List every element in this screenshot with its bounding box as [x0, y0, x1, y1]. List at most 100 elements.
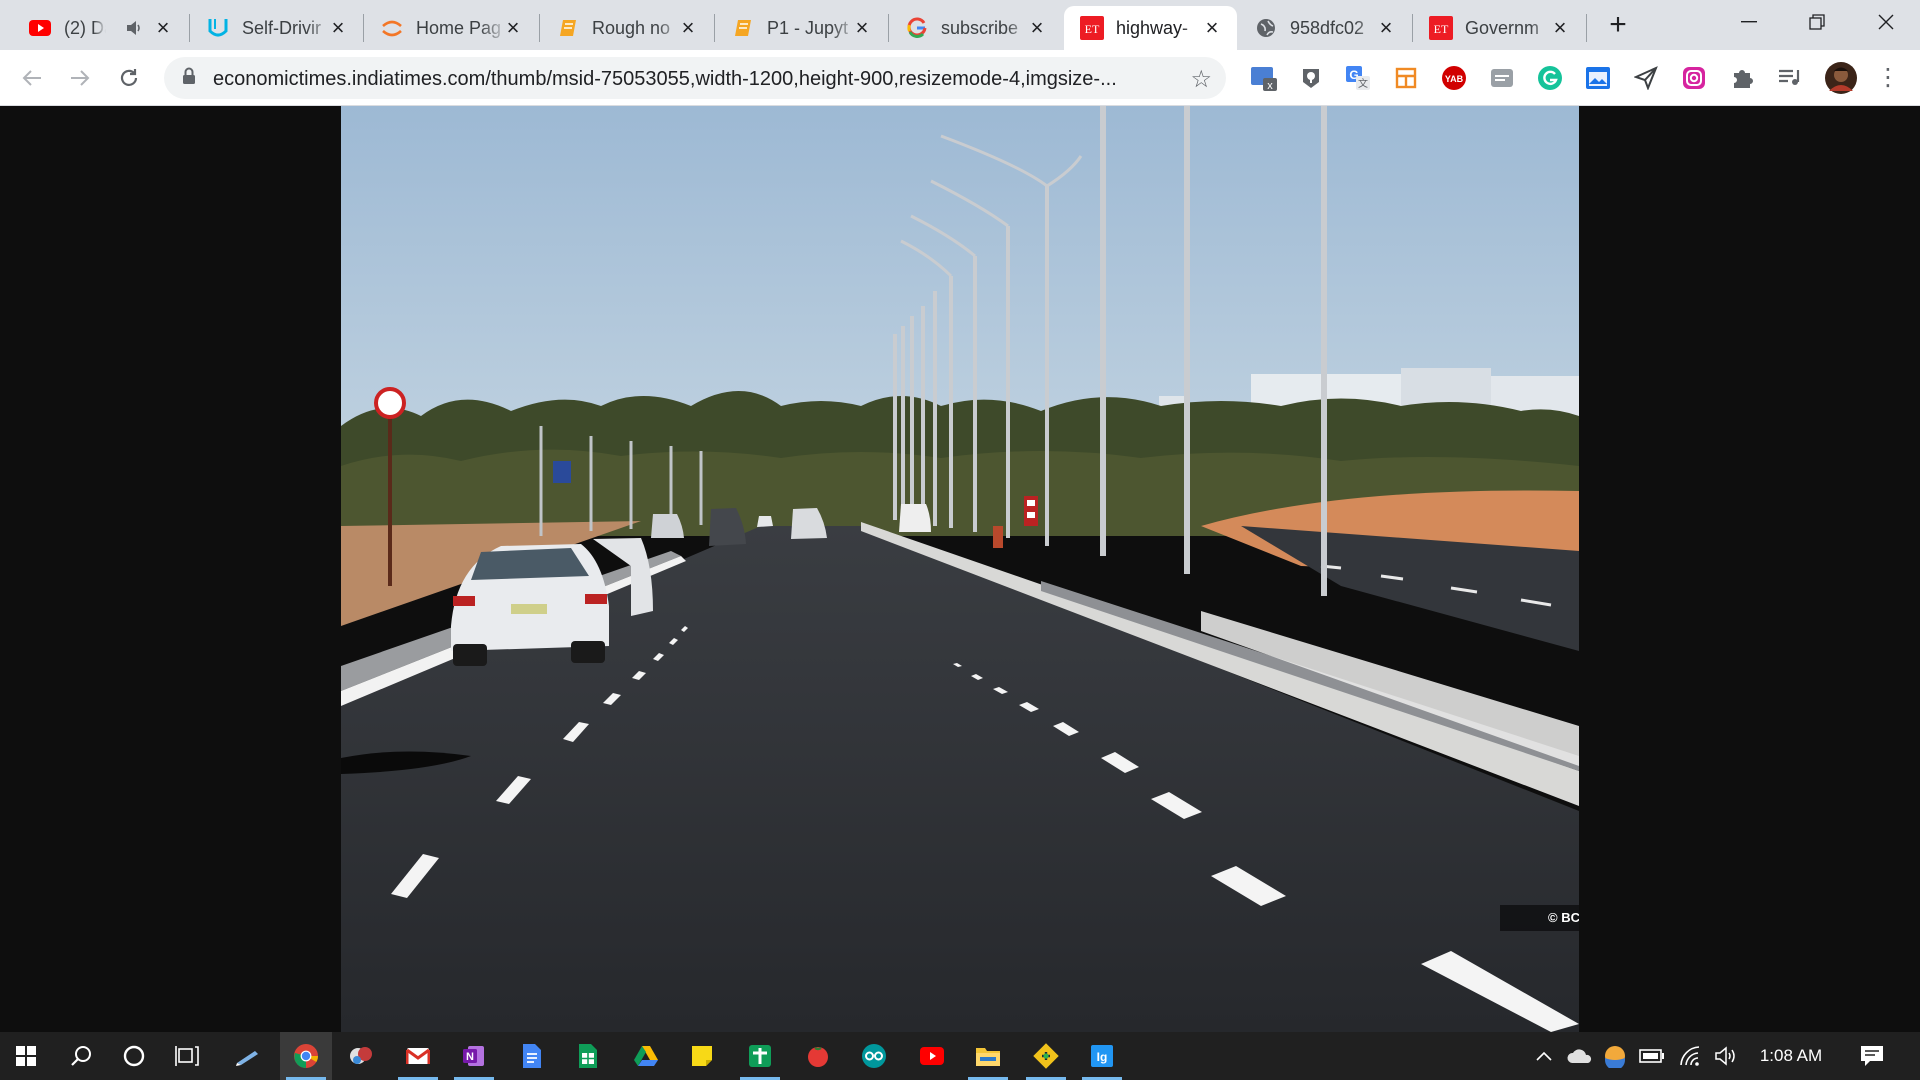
grammarly-icon[interactable]: [1536, 64, 1564, 92]
extension-window-icon[interactable]: [1584, 64, 1612, 92]
back-button[interactable]: [16, 62, 48, 94]
new-tab-button[interactable]: +: [1604, 10, 1632, 40]
tab-rough-notes[interactable]: Rough no ×: [540, 6, 713, 50]
speaker-icon[interactable]: [124, 18, 144, 43]
tab-958dfc02[interactable]: 958dfc02 ×: [1238, 6, 1411, 50]
tab-p1-jupyter[interactable]: P1 - Jupyt ×: [715, 6, 887, 50]
snipping-icon[interactable]: [336, 1032, 388, 1080]
google-drive-icon[interactable]: [620, 1032, 672, 1080]
profile-avatar[interactable]: [1824, 61, 1858, 95]
close-tab-icon[interactable]: ×: [152, 17, 174, 39]
bookmark-star-icon[interactable]: ☆: [1190, 65, 1212, 94]
arduino-icon[interactable]: [848, 1032, 900, 1080]
app-icon[interactable]: Ig: [1076, 1032, 1128, 1080]
minimize-button[interactable]: [1715, 0, 1783, 44]
highway-photo[interactable]: © BCCL 2020. ALL RIGHTS RESERVED.: [341, 106, 1579, 1032]
instagram-extension-icon[interactable]: [1680, 64, 1708, 92]
google-translate-icon[interactable]: G文: [1344, 64, 1372, 92]
sticky-notes-icon[interactable]: [676, 1032, 728, 1080]
search-icon[interactable]: [55, 1032, 107, 1080]
tab-separator: [1586, 14, 1587, 42]
tab-highway-active[interactable]: ET highway- ×: [1064, 6, 1237, 50]
menu-icon[interactable]: ⋮: [1876, 64, 1900, 92]
extensions-puzzle-icon[interactable]: [1728, 64, 1756, 92]
close-tab-icon[interactable]: ×: [677, 17, 699, 39]
tomato-timer-icon[interactable]: [792, 1032, 844, 1080]
task-view-icon[interactable]: [161, 1032, 213, 1080]
close-tab-icon[interactable]: ×: [1375, 17, 1397, 39]
svg-text:文: 文: [1358, 77, 1368, 90]
tab-title: (2) Da: [64, 17, 106, 38]
extension-layout-icon[interactable]: [1392, 64, 1420, 92]
minimize-icon: [1741, 21, 1757, 23]
globe-icon: [1254, 16, 1278, 40]
onenote-icon[interactable]: N: [448, 1032, 500, 1080]
reload-icon: [120, 69, 138, 86]
notebook-icon: [556, 16, 580, 40]
extension-image-icon[interactable]: x: [1250, 64, 1278, 92]
url-text[interactable]: economictimes.indiatimes.com/thumb/msid-…: [213, 68, 1173, 91]
notebook-icon: [731, 16, 755, 40]
close-tab-icon[interactable]: ×: [1201, 17, 1223, 39]
media-control-icon[interactable]: [1776, 64, 1804, 92]
youtube-icon[interactable]: [906, 1032, 958, 1080]
pen-icon[interactable]: [222, 1032, 274, 1080]
close-tab-icon[interactable]: ×: [1026, 17, 1048, 39]
svg-text:YAB: YAB: [1445, 74, 1464, 84]
tab-youtube[interactable]: (2) Da ×: [12, 6, 188, 50]
cortana-icon[interactable]: [108, 1032, 160, 1080]
forward-button[interactable]: [64, 62, 96, 94]
address-bar[interactable]: economictimes.indiatimes.com/thumb/msid-…: [164, 57, 1226, 99]
tab-title: Home Pag: [416, 17, 502, 38]
windows-taskbar: N Ig 1:08 AM: [0, 1032, 1920, 1080]
volume-icon[interactable]: [1711, 1044, 1741, 1068]
close-window-icon: [1878, 14, 1894, 30]
svg-text:N: N: [466, 1051, 474, 1063]
economic-times-icon: ET: [1080, 16, 1104, 40]
jupyter-icon: [380, 16, 404, 40]
close-window-button[interactable]: [1852, 0, 1920, 44]
onedrive-icon[interactable]: [1565, 1044, 1595, 1068]
battery-icon[interactable]: [1637, 1044, 1667, 1068]
udacity-icon: [206, 16, 230, 40]
forward-arrow-icon: [71, 70, 90, 86]
weather-icon[interactable]: [1601, 1044, 1629, 1068]
close-tab-icon[interactable]: ×: [327, 17, 349, 39]
tab-government[interactable]: ET Governm ×: [1413, 6, 1585, 50]
extension-bulb-icon[interactable]: [1297, 64, 1325, 92]
wifi-icon[interactable]: [1675, 1044, 1705, 1068]
tab-title: subscribe: [941, 17, 1019, 38]
send-extension-icon[interactable]: [1632, 64, 1660, 92]
gmail-icon[interactable]: [392, 1032, 444, 1080]
lock-icon[interactable]: [182, 67, 196, 90]
yab-extension-icon[interactable]: YAB: [1440, 64, 1468, 92]
tab-self-driving[interactable]: Self-Drivir ×: [190, 6, 363, 50]
close-tab-icon[interactable]: ×: [851, 17, 873, 39]
clock[interactable]: 1:08 AM: [1750, 1032, 1832, 1080]
tab-title: highway-: [1116, 17, 1189, 38]
google-docs-icon[interactable]: [506, 1032, 558, 1080]
highway-image: [341, 106, 1579, 1032]
close-tab-icon[interactable]: ×: [1549, 17, 1571, 39]
reload-button[interactable]: [113, 62, 145, 94]
git-icon[interactable]: [1020, 1032, 1072, 1080]
copyright-watermark: © BCCL 2020. ALL RIGHTS RESERVED.: [1500, 905, 1579, 931]
notifications-icon[interactable]: [1856, 1044, 1888, 1068]
tab-title: Self-Drivir: [242, 17, 321, 38]
tab-subscribe[interactable]: subscribe ×: [889, 6, 1062, 50]
chevron-up-icon[interactable]: [1530, 1044, 1558, 1068]
google-sheets-icon[interactable]: [562, 1032, 614, 1080]
file-explorer-icon[interactable]: [962, 1032, 1014, 1080]
tab-title: Rough no: [592, 17, 671, 38]
close-tab-icon[interactable]: ×: [502, 17, 524, 39]
windows-start-icon[interactable]: [0, 1032, 52, 1080]
extension-caption-icon[interactable]: [1488, 64, 1516, 92]
svg-text:x: x: [1267, 80, 1273, 92]
economic-times-icon: ET: [1429, 16, 1453, 40]
sheets-icon[interactable]: [734, 1032, 786, 1080]
google-icon: [905, 16, 929, 40]
restore-button[interactable]: [1783, 0, 1851, 44]
svg-text:ET: ET: [1434, 22, 1449, 36]
chrome-icon[interactable]: [280, 1032, 332, 1080]
tab-home-page[interactable]: Home Pag ×: [364, 6, 538, 50]
